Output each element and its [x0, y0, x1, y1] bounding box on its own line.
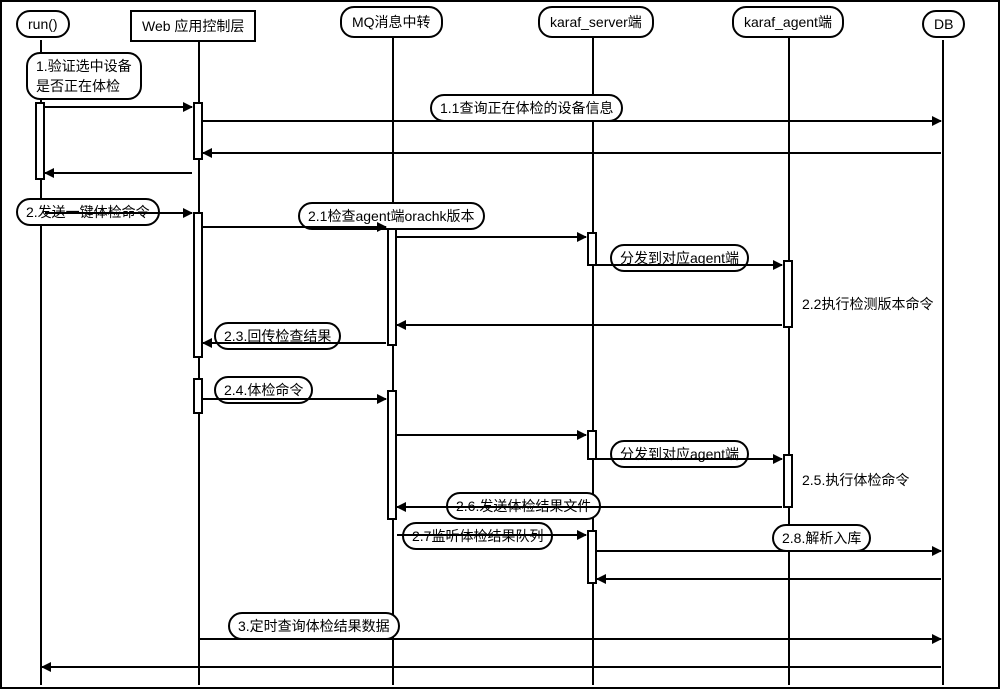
participant-agent: karaf_agent端 — [732, 6, 844, 38]
arrow-2 — [45, 212, 192, 214]
lifeline-mq — [392, 36, 394, 685]
sequence-diagram: run() Web 应用控制层 MQ消息中转 karaf_server端 kar… — [0, 0, 1000, 689]
arrow-1 — [45, 106, 192, 108]
activation-server-1 — [587, 232, 597, 266]
arrow-2-8 — [597, 550, 941, 552]
msg-2-7: 2.7监听体检结果队列 — [402, 522, 553, 550]
msg-2-2: 2.2执行检测版本命令 — [802, 294, 933, 314]
arrow-2-4-d — [597, 458, 782, 460]
msg-2-4-d: 分发到对应agent端 — [610, 440, 749, 468]
participant-web: Web 应用控制层 — [130, 10, 256, 42]
arrow-2-1 — [203, 226, 386, 228]
arrow-3r — [42, 666, 941, 668]
participant-run: run() — [16, 10, 70, 38]
msg-1-1: 1.1查询正在体检的设备信息 — [430, 94, 623, 122]
arrow-2-6 — [397, 506, 782, 508]
activation-server-2 — [587, 430, 597, 460]
arrow-2-3b — [203, 342, 386, 344]
arrow-1-1r — [203, 152, 941, 154]
arrow-2-1-d — [597, 264, 782, 266]
participant-db: DB — [922, 10, 965, 38]
activation-agent-1 — [783, 260, 793, 328]
activation-web-3 — [193, 378, 203, 414]
msg-2-3: 2.3.回传检查结果 — [214, 322, 341, 350]
msg-2-8: 2.8.解析入库 — [772, 524, 871, 552]
arrow-2-8r — [597, 578, 941, 580]
msg-2-5: 2.5.执行体检命令 — [802, 470, 909, 490]
arrow-1r — [45, 172, 192, 174]
activation-mq-2 — [387, 390, 397, 520]
arrow-3 — [200, 638, 941, 640]
arrow-2-1b — [397, 236, 586, 238]
lifeline-agent — [788, 36, 790, 685]
arrow-2-7 — [397, 534, 586, 536]
msg-1: 1.验证选中设备 是否正在体检 — [26, 52, 142, 100]
arrow-2-4b — [397, 434, 586, 436]
lifeline-server — [592, 36, 594, 685]
arrow-2-4 — [203, 398, 386, 400]
participant-mq: MQ消息中转 — [340, 6, 443, 38]
msg-2-1-d: 分发到对应agent端 — [610, 244, 749, 272]
arrow-2-3 — [397, 324, 782, 326]
lifeline-db — [942, 40, 944, 685]
participant-server: karaf_server端 — [538, 6, 654, 38]
arrow-1-1 — [203, 120, 941, 122]
msg-3: 3.定时查询体检结果数据 — [228, 612, 400, 640]
activation-web-2 — [193, 212, 203, 358]
activation-agent-2 — [783, 454, 793, 508]
